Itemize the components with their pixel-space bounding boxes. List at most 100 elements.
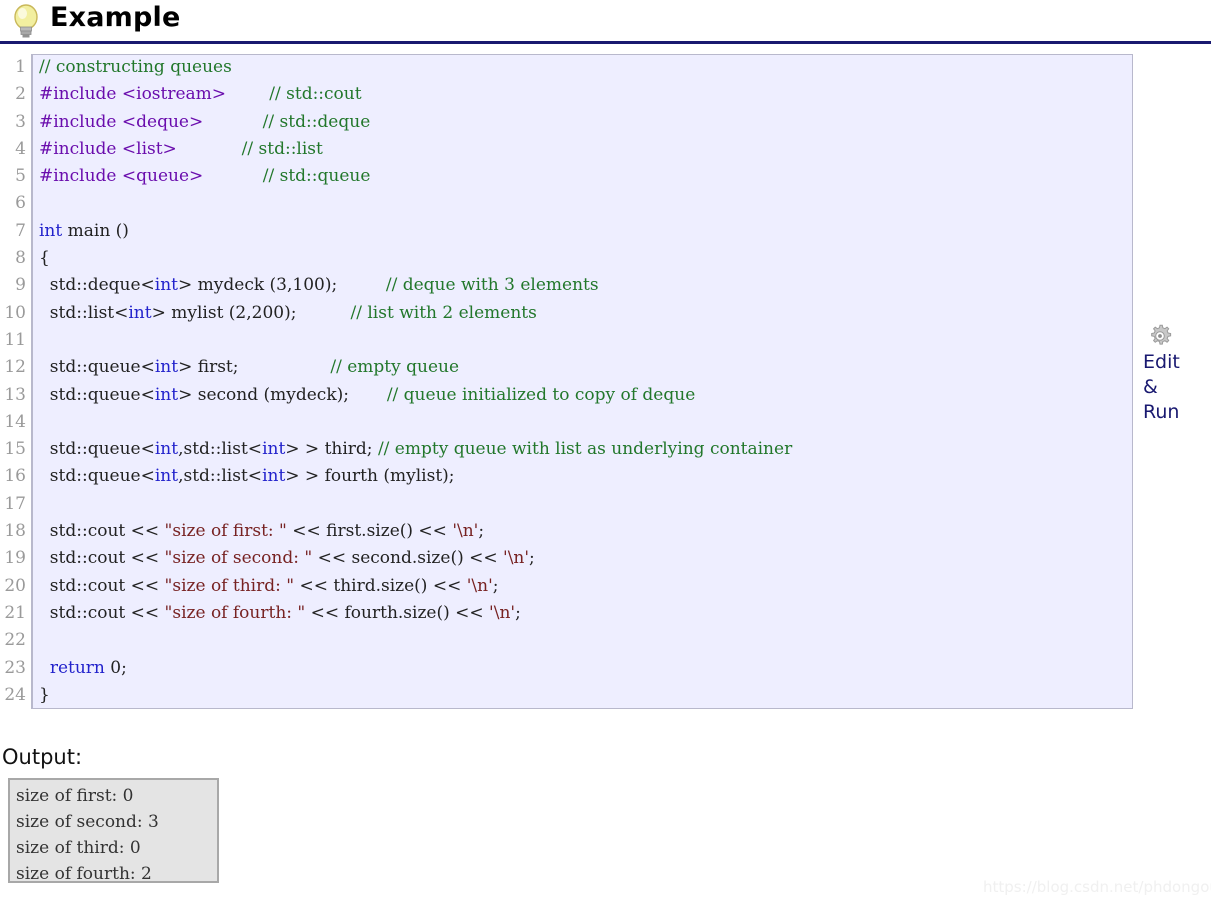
- line-number: 11: [4, 329, 26, 350]
- code-token: main (): [62, 220, 129, 241]
- line-number: 12: [4, 357, 26, 378]
- page-header: Example: [0, 0, 1211, 44]
- code-token: "size of third: ": [164, 575, 295, 596]
- line-number: 6: [15, 193, 26, 214]
- code-token: {: [39, 248, 50, 269]
- code-line: std::cout << "size of fourth: " << fourt…: [39, 600, 1139, 627]
- code-token: // queue initialized to copy of deque: [386, 384, 696, 405]
- code-token: ;: [515, 602, 521, 623]
- edit-run-line-1[interactable]: Edit: [1143, 350, 1211, 375]
- line-number: 14: [4, 411, 26, 432]
- code-token: << fourth.size() <<: [305, 602, 490, 623]
- code-text[interactable]: // constructing queues #include <iostream…: [39, 54, 1139, 709]
- code-line: std::queue<int,std::list<int> > fourth (…: [39, 463, 1139, 490]
- code-token: int: [154, 439, 179, 460]
- code-token: 0;: [104, 657, 127, 678]
- code-token: int: [154, 275, 178, 296]
- code-line: #include <iostream> // std::cout: [39, 81, 1139, 108]
- code-token: ;: [478, 521, 485, 542]
- code-token: ,std::list<: [178, 439, 263, 460]
- code-token: '\n': [503, 548, 530, 569]
- code-line: #include <list> // std::list: [39, 136, 1139, 163]
- line-number: 23: [4, 657, 26, 678]
- code-line: }: [39, 682, 1139, 709]
- code-token: #include <deque>: [39, 111, 204, 132]
- line-number: 19: [4, 548, 26, 569]
- code-token: #include <queue>: [39, 166, 204, 187]
- line-number: 21: [4, 602, 26, 623]
- code-token: // empty queue: [330, 357, 460, 378]
- code-token: std::queue<: [39, 466, 155, 487]
- code-token: std::queue<: [39, 439, 155, 460]
- line-number: 2: [15, 84, 26, 105]
- code-token: #include <list>: [39, 138, 177, 159]
- code-token: "size of second: ": [164, 548, 313, 569]
- code-line: int main (): [39, 218, 1139, 245]
- code-line: std::queue<int> second (mydeck); // queu…: [39, 382, 1139, 409]
- code-token: "size of fourth: ": [164, 602, 306, 623]
- code-token: int: [154, 466, 179, 487]
- code-line: {: [39, 245, 1139, 272]
- gear-icon[interactable]: [1146, 322, 1174, 350]
- code-token: > mylist (2,200);: [151, 302, 297, 323]
- output-box: size of first: 0 size of second: 3 size of…: [8, 778, 219, 884]
- code-token: int: [128, 302, 152, 323]
- line-number: 1: [15, 57, 26, 77]
- code-token: > mydeck (3,100);: [178, 275, 338, 296]
- code-line: std::cout << "size of first: " << first.…: [39, 518, 1139, 545]
- output-line: size of first: 0: [16, 786, 134, 806]
- code-token: std::cout <<: [39, 602, 165, 623]
- lightbulb-icon: [14, 4, 38, 38]
- code-line: std::cout << "size of third: " << third.…: [39, 573, 1139, 600]
- code-line: std::cout << "size of second: " << secon…: [39, 545, 1139, 572]
- code-token: // empty queue with list as underlying c…: [377, 439, 793, 460]
- code-token: return: [49, 657, 105, 678]
- line-number-gutter: 1 2 3 4 5 6 7 8 9 10 11 12 13 14 15 16 17 18 19 20 21 22 23 24: [0, 54, 33, 709]
- code-line: #include <queue> // std::queue: [39, 163, 1139, 190]
- code-token: > second (mydeck);: [178, 384, 349, 405]
- line-number: 8: [15, 248, 26, 269]
- line-number: 9: [15, 275, 26, 296]
- code-token: ;: [492, 575, 499, 596]
- code-token: "size of first: ": [164, 521, 287, 542]
- code-token: std::queue<: [39, 357, 155, 378]
- code-token: '\n': [466, 575, 493, 596]
- code-token: #include <iostream>: [39, 84, 227, 105]
- code-token: int: [262, 466, 286, 487]
- code-token: ,std::list<: [178, 466, 263, 487]
- code-line: // constructing queues: [39, 54, 1139, 81]
- page-title: Example: [50, 2, 181, 33]
- code-token: int: [39, 220, 63, 241]
- code-token: std::queue<: [39, 384, 155, 405]
- edit-run-line-3[interactable]: Run: [1143, 400, 1211, 425]
- edit-run-line-2[interactable]: &: [1143, 375, 1211, 400]
- output-line: size of third: 0: [16, 838, 141, 858]
- code-token: << third.size() <<: [294, 575, 467, 596]
- code-token: int: [262, 439, 286, 460]
- code-token: // constructing queues: [39, 57, 232, 77]
- code-token: std::cout <<: [39, 548, 165, 569]
- line-number: 15: [4, 439, 26, 460]
- line-number: 17: [4, 493, 26, 514]
- edit-and-run-button[interactable]: Edit & Run: [1143, 322, 1211, 425]
- line-number: 22: [4, 630, 26, 651]
- code-token: > > third;: [285, 439, 378, 460]
- code-token: << second.size() <<: [312, 548, 504, 569]
- code-line: std::list<int> mylist (2,200); // list w…: [39, 300, 1139, 327]
- output-line: size of fourth: 2: [16, 864, 152, 884]
- line-number: 20: [4, 575, 26, 596]
- line-number: 7: [15, 220, 26, 241]
- code-token: int: [154, 384, 179, 405]
- code-token: // std::cout: [269, 84, 362, 105]
